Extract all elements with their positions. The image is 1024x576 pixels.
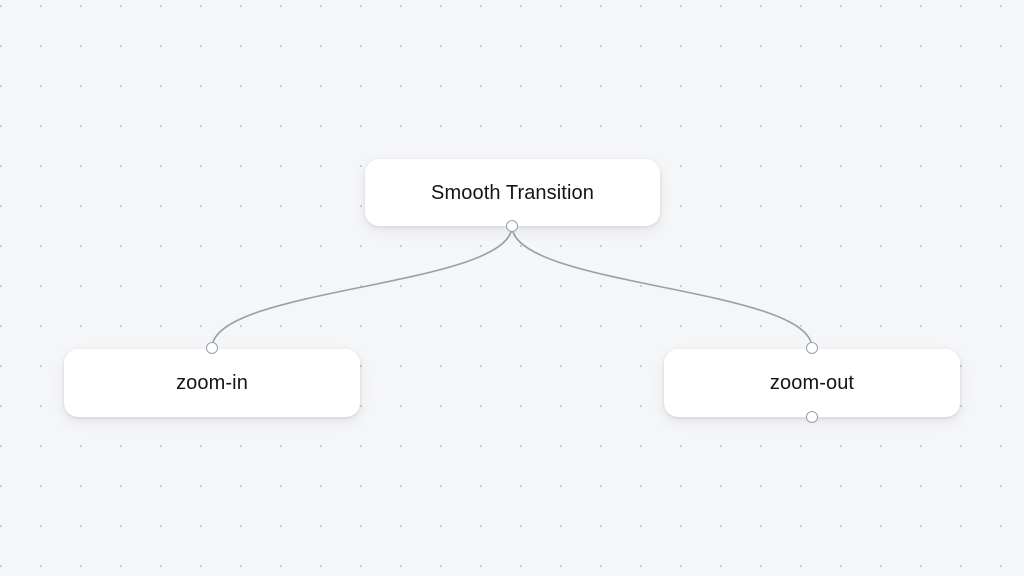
node-label-smooth-transition: Smooth Transition xyxy=(431,181,594,204)
flow-canvas[interactable]: Smooth Transition zoom-in zoom-out xyxy=(0,0,1024,576)
handle-target-top-zoom-in[interactable] xyxy=(206,342,218,354)
edge-layer xyxy=(211,225,813,349)
handle-source-bottom-root[interactable] xyxy=(506,220,518,232)
node-label-zoom-out: zoom-out xyxy=(769,372,855,394)
handle-source-bottom-zoom-out[interactable] xyxy=(806,411,818,423)
edge-root-to-zoom-in xyxy=(211,225,513,349)
node-zoom-out[interactable]: zoom-out xyxy=(664,342,960,423)
node-zoom-in[interactable]: zoom-in xyxy=(64,342,360,417)
node-smooth-transition[interactable]: Smooth Transition xyxy=(365,159,660,232)
edge-root-to-zoom-out xyxy=(511,225,813,349)
node-label-zoom-in: zoom-in xyxy=(176,372,248,394)
handle-target-top-zoom-out[interactable] xyxy=(806,342,818,354)
